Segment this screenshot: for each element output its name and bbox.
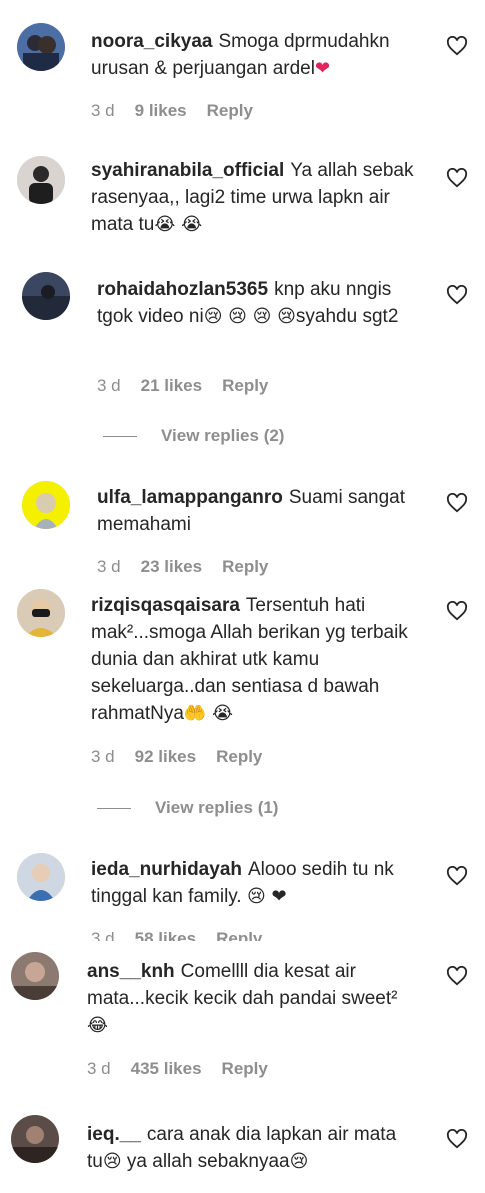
comment-meta: 3 d 58 likes Reply (91, 929, 282, 941)
heart-icon[interactable] (446, 866, 468, 886)
heart-icon[interactable] (446, 168, 468, 188)
avatar[interactable] (11, 952, 59, 1000)
divider-line (97, 808, 131, 810)
comment-meta: 3 d 435 likes Reply (87, 1059, 288, 1079)
sad-emoji: 😢 (289, 1151, 309, 1172)
comment-meta: 3 d 21 likes Reply (97, 376, 288, 396)
comment-username[interactable]: noora_cikyaa (91, 31, 212, 52)
sad-emoji: 😢 😢 😢 😢 (203, 306, 296, 327)
heart-icon[interactable] (446, 493, 468, 513)
comment-text: syahiranabila_official Ya allah sebak ras… (91, 157, 421, 238)
view-replies-button[interactable]: View replies (2) (103, 426, 284, 446)
comment-username[interactable]: rohaidahozlan5365 (97, 279, 268, 300)
heart-icon[interactable] (446, 601, 468, 621)
reply-button[interactable]: Reply (216, 747, 262, 766)
comment-text: ieq.__ cara anak dia lapkan air mata tu😢 … (87, 1121, 417, 1175)
likes-count[interactable]: 92 likes (135, 747, 196, 766)
likes-count[interactable]: 21 likes (141, 376, 202, 395)
comment-text: noora_cikyaa Smoga dprmudahkn urusan & pe… (91, 28, 421, 82)
avatar[interactable] (17, 853, 65, 901)
view-replies-label: View replies (1) (155, 798, 279, 817)
comment-time: 3 d (97, 376, 121, 395)
avatar[interactable] (17, 23, 65, 71)
comment-text: ans__knh Comellll dia kesat air mata...ke… (87, 958, 417, 1039)
pray-emoji: 🤲 😭 (183, 703, 234, 724)
view-replies-label: View replies (2) (161, 426, 285, 445)
comment-meta: 3 d 9 likes Reply (91, 101, 273, 121)
reply-button[interactable]: Reply (222, 376, 268, 395)
comment-username[interactable]: ans__knh (87, 961, 175, 982)
comment-username[interactable]: rizqisqasqaisara (91, 595, 240, 616)
heart-icon[interactable] (446, 966, 468, 986)
likes-count[interactable]: 23 likes (141, 557, 202, 576)
heart-icon[interactable] (446, 1129, 468, 1149)
sad-emoji: 😢 ❤ (246, 886, 287, 907)
comment-time: 3 d (91, 101, 115, 120)
comment-meta: 3 d 23 likes Reply (97, 557, 288, 577)
comment-username[interactable]: ulfa_lamappanganro (97, 487, 283, 508)
comment-body-2: syahdu sgt2 (295, 306, 399, 327)
likes-count[interactable]: 435 likes (131, 1059, 202, 1078)
likes-count[interactable]: 58 likes (135, 929, 196, 941)
comment-text: ieda_nurhidayah Alooo sedih tu nk tinggal… (91, 856, 421, 910)
comment-time: 3 d (91, 747, 115, 766)
likes-count[interactable]: 9 likes (135, 101, 187, 120)
reply-button[interactable]: Reply (216, 929, 262, 941)
reply-button[interactable]: Reply (207, 101, 253, 120)
reply-button[interactable]: Reply (222, 1059, 268, 1078)
avatar[interactable] (11, 1115, 59, 1163)
comment-text: rizqisqasqaisara Tersentuh hati mak²...sm… (91, 592, 421, 727)
comment-username[interactable]: ieda_nurhidayah (91, 859, 242, 880)
avatar[interactable] (17, 589, 65, 637)
comment-time: 3 d (97, 557, 121, 576)
heart-emoji: ❤ (314, 58, 331, 79)
laughing-emoji: 😂 (87, 1015, 109, 1036)
comment-meta: 3 d 92 likes Reply (91, 747, 282, 767)
comment-username[interactable]: ieq.__ (87, 1124, 141, 1145)
comment-body-2: ya allah sebaknyaa (126, 1151, 290, 1172)
avatar[interactable] (17, 156, 65, 204)
divider-line (103, 436, 137, 438)
reply-button[interactable]: Reply (222, 557, 268, 576)
comment-text: ulfa_lamappanganro Suami sangat memahami (97, 484, 427, 538)
comment-text: rohaidahozlan5365 knp aku nngis tgok vide… (97, 276, 427, 330)
avatar[interactable] (22, 272, 70, 320)
crying-emoji: 😭 😭 (154, 214, 203, 235)
comment-time: 3 d (91, 929, 115, 941)
heart-icon[interactable] (446, 285, 468, 305)
comment-time: 3 d (87, 1059, 111, 1078)
view-replies-button[interactable]: View replies (1) (97, 798, 278, 818)
heart-icon[interactable] (446, 36, 468, 56)
sad-emoji: 😢 (102, 1151, 122, 1172)
avatar[interactable] (22, 481, 70, 529)
comment-username[interactable]: syahiranabila_official (91, 160, 284, 181)
